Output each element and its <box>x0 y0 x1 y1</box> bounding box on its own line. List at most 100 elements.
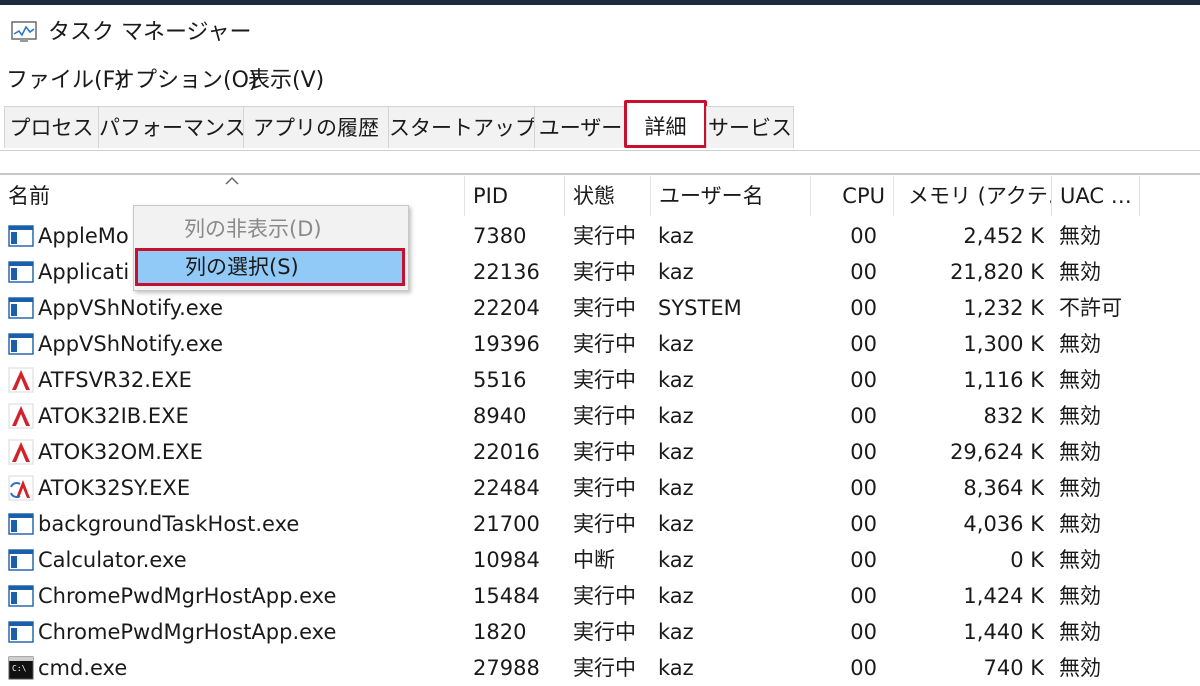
table-row[interactable]: AppVShNotify.exe 22204 実行中 SYSTEM 00 1,232 K 不… <box>0 290 1200 326</box>
column-label: CPU <box>842 184 885 208</box>
column-header-memory[interactable]: メモリ (アクテ… <box>894 176 1052 216</box>
column-header-uac[interactable]: UAC … <box>1052 176 1140 216</box>
window-icon <box>8 331 34 357</box>
cell-cpu: 00 <box>850 224 877 248</box>
cell-uac: 無効 <box>1059 620 1101 644</box>
column-label: PID <box>473 184 509 208</box>
atok-icon <box>8 439 34 465</box>
cell-pid: 22204 <box>473 296 540 320</box>
cell-name: ATFSVR32.EXE <box>38 368 192 392</box>
cell-status: 実行中 <box>573 656 636 680</box>
cell-status: 実行中 <box>573 296 636 320</box>
table-row[interactable]: ATOK32OM.EXE 22016 実行中 kaz 00 29,624 K 無効 <box>0 434 1200 470</box>
tab-label: スタートアップ <box>389 116 536 140</box>
window-icon <box>8 511 34 537</box>
cell-uac: 無効 <box>1059 224 1101 248</box>
cell-name: ChromePwdMgrHostApp.exe <box>38 584 337 608</box>
cell-name: ATOK32IB.EXE <box>38 404 189 428</box>
cell-status: 実行中 <box>573 404 636 428</box>
atok-sync-icon <box>8 475 34 501</box>
cell-memory: 29,624 K <box>950 440 1044 464</box>
table-row[interactable]: ATOK32IB.EXE 8940 実行中 kaz 00 832 K 無効 <box>0 398 1200 434</box>
cell-pid: 7380 <box>473 224 527 248</box>
table-row[interactable]: ATOK32SY.EXE 22484 実行中 kaz 00 8,364 K 無効 <box>0 470 1200 506</box>
column-header-status[interactable]: 状態 <box>565 176 651 216</box>
window-icon <box>8 259 34 285</box>
cell-memory: 0 K <box>1010 548 1044 572</box>
table-row[interactable]: ChromePwdMgrHostApp.exe 1820 実行中 kaz 00 1,440… <box>0 614 1200 650</box>
menu-bar: ファイル(F) オプション(O) 表示(V) <box>0 64 1200 98</box>
cell-cpu: 00 <box>850 512 877 536</box>
tab-details[interactable]: 詳細 <box>624 100 707 148</box>
cell-status: 実行中 <box>573 224 636 248</box>
cell-cpu: 00 <box>850 548 877 572</box>
cell-uac: 無効 <box>1059 548 1101 572</box>
column-header-pid[interactable]: PID <box>465 176 565 216</box>
cell-status: 実行中 <box>573 332 636 356</box>
cell-name: backgroundTaskHost.exe <box>38 512 300 536</box>
cell-name: AppVShNotify.exe <box>38 332 224 356</box>
tab-app-history[interactable]: アプリの履歴 <box>243 106 389 148</box>
cell-pid: 1820 <box>473 620 527 644</box>
tab-users[interactable]: ユーザー <box>534 106 627 148</box>
cell-name: ATOK32OM.EXE <box>38 440 203 464</box>
cell-memory: 740 K <box>983 656 1044 680</box>
cell-user: kaz <box>658 332 694 356</box>
cell-memory: 1,232 K <box>963 296 1044 320</box>
cell-name: cmd.exe <box>38 656 128 680</box>
tab-label: アプリの履歴 <box>253 116 379 140</box>
atok-icon <box>8 367 34 393</box>
cell-user: kaz <box>658 476 694 500</box>
table-row[interactable]: Calculator.exe 10984 中断 kaz 00 0 K 無効 <box>0 542 1200 578</box>
cell-uac: 不許可 <box>1059 296 1122 320</box>
cell-user: kaz <box>658 368 694 392</box>
cell-cpu: 00 <box>850 368 877 392</box>
column-label: UAC … <box>1060 184 1132 208</box>
cell-user: kaz <box>658 440 694 464</box>
cell-pid: 10984 <box>473 548 540 572</box>
cell-user: kaz <box>658 260 694 284</box>
column-label: メモリ (アクテ… <box>908 184 1051 208</box>
cell-uac: 無効 <box>1059 332 1101 356</box>
cell-memory: 1,424 K <box>963 584 1044 608</box>
column-header-user[interactable]: ユーザー名 <box>651 176 811 216</box>
cell-status: 実行中 <box>573 260 636 284</box>
cell-status: 実行中 <box>573 476 636 500</box>
cell-user: kaz <box>658 512 694 536</box>
tab-services[interactable]: サービス <box>706 106 794 148</box>
menu-options[interactable]: オプション(O) <box>113 66 257 96</box>
table-row[interactable]: ATFSVR32.EXE 5516 実行中 kaz 00 1,116 K 無効 <box>0 362 1200 398</box>
window-icon <box>8 223 34 249</box>
table-row[interactable]: AppVShNotify.exe 19396 実行中 kaz 00 1,300 K 無効 <box>0 326 1200 362</box>
cell-cpu: 00 <box>850 440 877 464</box>
tab-startup[interactable]: スタートアップ <box>388 106 536 148</box>
table-row[interactable]: C:\ cmd.exe 27988 実行中 kaz 00 740 K 無効 <box>0 650 1200 686</box>
context-menu-hide-column[interactable]: 列の非表示(D) <box>134 210 408 248</box>
title-bar[interactable]: タスク マネージャー <box>0 5 1200 61</box>
cell-status: 中断 <box>573 548 615 572</box>
tab-performance[interactable]: パフォーマンス <box>98 106 246 148</box>
column-header-cpu[interactable]: CPU <box>811 176 894 216</box>
atok-icon <box>8 403 34 429</box>
cell-uac: 無効 <box>1059 584 1101 608</box>
table-row[interactable]: ChromePwdMgrHostApp.exe 15484 実行中 kaz 00 1,42… <box>0 578 1200 614</box>
tab-label: サービス <box>708 116 792 140</box>
cell-user: kaz <box>658 584 694 608</box>
cell-pid: 19396 <box>473 332 540 356</box>
tab-strip: プロセス パフォーマンス アプリの履歴 スタートアップ ユーザー 詳細 サービス <box>0 98 1200 151</box>
tab-processes[interactable]: プロセス <box>4 106 99 148</box>
menu-view[interactable]: 表示(V) <box>248 66 324 96</box>
cell-status: 実行中 <box>573 620 636 644</box>
cell-user: kaz <box>658 620 694 644</box>
cell-name: ATOK32SY.EXE <box>38 476 191 500</box>
cell-cpu: 00 <box>850 404 877 428</box>
menu-file[interactable]: ファイル(F) <box>6 66 124 96</box>
cell-status: 実行中 <box>573 584 636 608</box>
cell-pid: 21700 <box>473 512 540 536</box>
cell-user: kaz <box>658 548 694 572</box>
table-row[interactable]: backgroundTaskHost.exe 21700 実行中 kaz 00 4,036… <box>0 506 1200 542</box>
cell-uac: 無効 <box>1059 368 1101 392</box>
context-menu-select-columns[interactable]: 列の選択(S) <box>135 248 405 286</box>
tab-label: プロセス <box>9 116 94 140</box>
cell-uac: 無効 <box>1059 404 1101 428</box>
